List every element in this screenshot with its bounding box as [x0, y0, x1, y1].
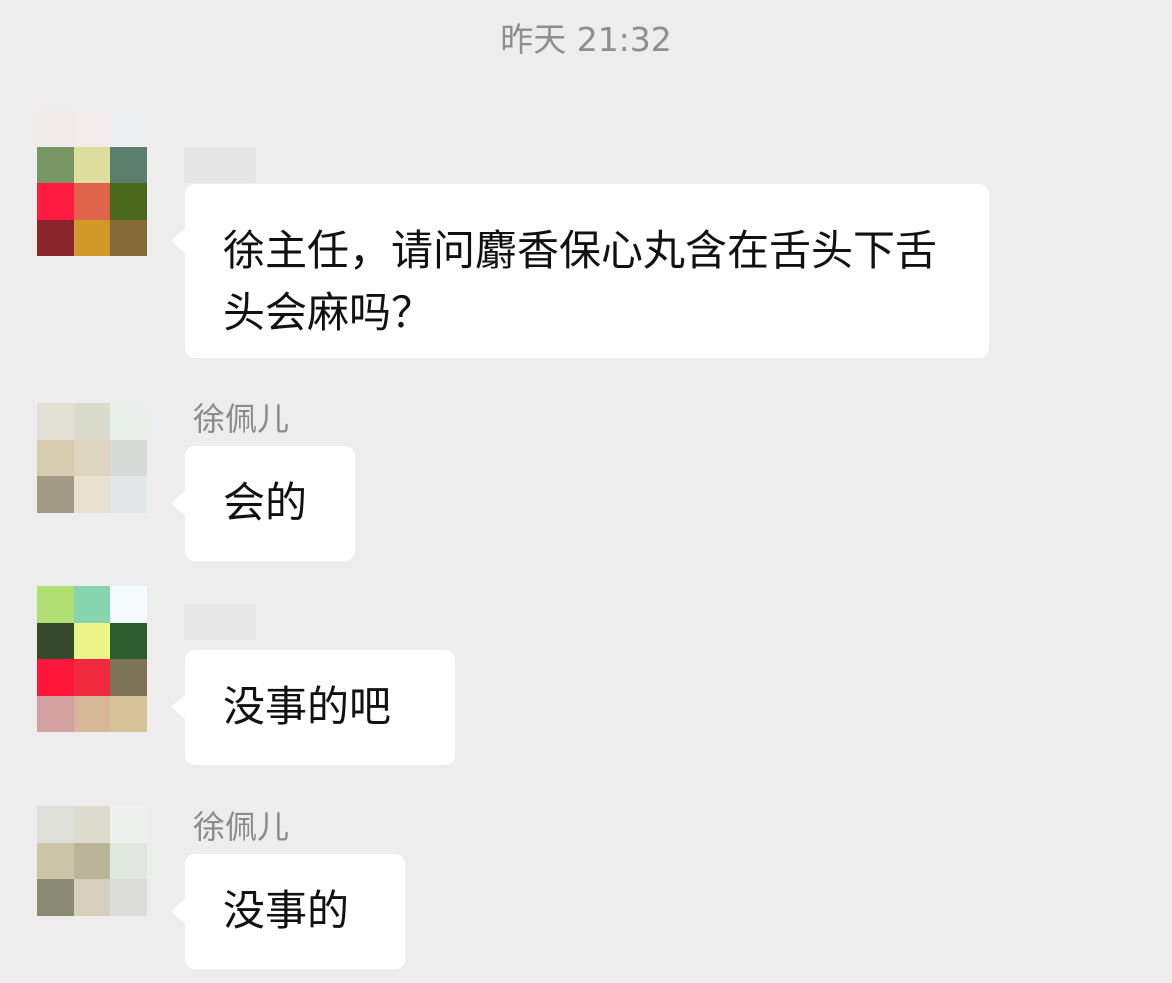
avatar-pixel	[110, 806, 147, 843]
avatar-pixel	[110, 659, 147, 696]
sender-name-redacted	[184, 604, 256, 640]
avatar-pixel	[73, 586, 111, 623]
avatar-pixel	[110, 439, 147, 476]
message-text: 会的	[223, 478, 308, 527]
avatar-pixel	[37, 586, 74, 623]
avatar-pixel	[110, 403, 147, 440]
avatar-pixel	[73, 439, 111, 476]
message-text: 徐主任，请问麝香保心丸含在舌头下舌头会麻吗？	[223, 226, 938, 337]
avatar-pixel	[110, 586, 147, 623]
avatar[interactable]	[37, 806, 147, 952]
avatar-pixel	[73, 695, 111, 732]
avatar-pixel	[110, 512, 147, 549]
avatar-pixel	[110, 915, 147, 952]
avatar-pixel	[110, 146, 147, 183]
avatar-pixel	[73, 915, 111, 952]
avatar[interactable]	[37, 586, 147, 732]
avatar-pixel	[37, 110, 74, 147]
avatar-pixel	[73, 622, 111, 659]
message-bubble[interactable]: 徐主任，请问麝香保心丸含在舌头下舌头会麻吗？	[171, 184, 989, 358]
message-bubble[interactable]: 没事的	[171, 854, 405, 969]
sender-name-redacted	[184, 147, 256, 183]
sender-name: 徐佩儿	[193, 808, 290, 846]
avatar-pixel	[110, 695, 147, 732]
avatar-pixel	[37, 512, 74, 549]
avatar-pixel	[73, 842, 111, 879]
avatar-pixel	[73, 659, 111, 696]
message-text: 没事的	[223, 886, 350, 935]
avatar-pixel	[37, 622, 74, 659]
avatar-pixel	[37, 439, 74, 476]
avatar-pixel	[37, 146, 74, 183]
chat-timestamp: 昨天 21:32	[500, 20, 672, 59]
avatar-pixel	[37, 659, 74, 696]
avatar-pixel	[37, 476, 74, 513]
message-bubble[interactable]: 没事的吧	[171, 650, 455, 765]
message-text: 没事的吧	[223, 682, 392, 731]
avatar-pixel	[37, 915, 74, 952]
avatar-pixel	[73, 806, 111, 843]
avatar-pixel	[73, 476, 111, 513]
avatar-pixel	[110, 219, 147, 256]
avatar-pixel	[37, 183, 74, 220]
avatar-pixel	[37, 879, 74, 916]
avatar-pixel	[110, 622, 147, 659]
avatar-pixel	[110, 183, 147, 220]
avatar-pixel	[73, 879, 111, 916]
avatar-pixel	[73, 110, 111, 147]
avatar[interactable]	[37, 110, 147, 256]
avatar-pixel	[37, 806, 74, 843]
avatar-pixel	[110, 879, 147, 916]
avatar-pixel	[73, 512, 111, 549]
avatar-pixel	[73, 146, 111, 183]
avatar-pixel	[37, 842, 74, 879]
avatar-pixel	[37, 695, 74, 732]
avatar-pixel	[110, 110, 147, 147]
sender-name: 徐佩儿	[193, 400, 290, 438]
avatar-pixel	[37, 219, 74, 256]
message-bubble[interactable]: 会的	[171, 446, 355, 561]
avatar-pixel	[73, 219, 111, 256]
avatar-pixel	[73, 183, 111, 220]
avatar-pixel	[73, 403, 111, 440]
avatar-pixel	[37, 403, 74, 440]
avatar[interactable]	[37, 403, 147, 549]
avatar-pixel	[110, 842, 147, 879]
avatar-pixel	[110, 476, 147, 513]
